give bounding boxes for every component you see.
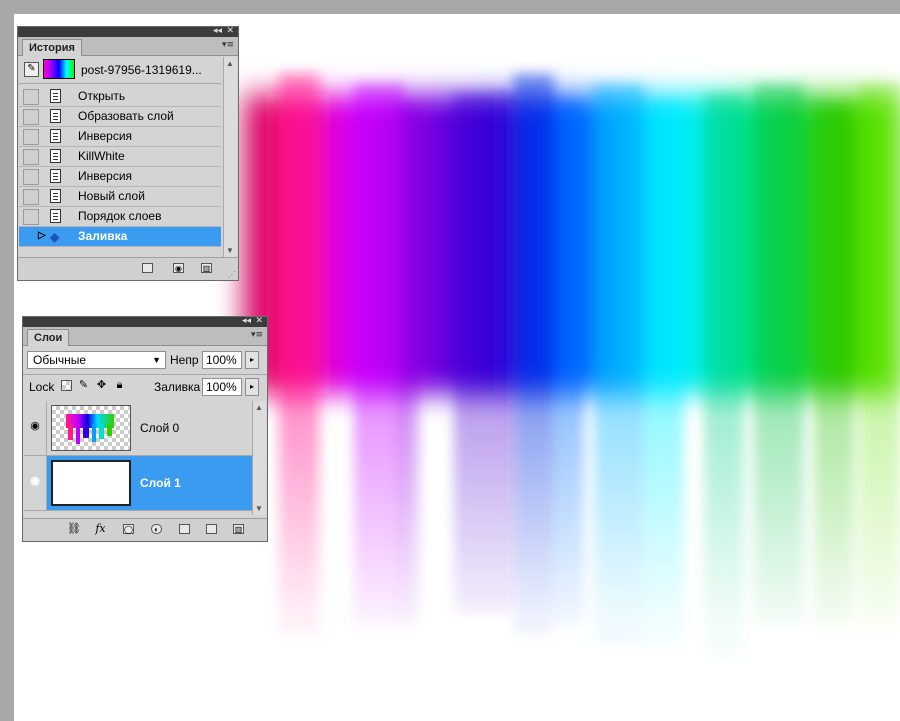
layers-scrollbar[interactable]: ▲ ▼ (252, 401, 266, 515)
lock-brush-icon[interactable]: ✎ (78, 380, 89, 391)
visibility-eye-icon[interactable]: ◉ (28, 421, 42, 432)
history-step-icon (50, 129, 61, 143)
fill-label: Заливка (154, 380, 201, 394)
history-item-label: KillWhite (78, 149, 125, 163)
history-panel: ◂◂ ✕ История ▾≡ ✎ post-97956-1319619... … (17, 26, 239, 281)
history-step-icon (50, 89, 61, 103)
panel-menu-icon[interactable]: ▾≡ (251, 330, 263, 340)
history-brush-checkbox[interactable] (23, 229, 39, 245)
blend-mode-select[interactable]: Обычные ▼ (27, 351, 166, 369)
lock-move-icon[interactable]: ✥ (96, 380, 107, 391)
history-brush-checkbox[interactable] (23, 169, 39, 185)
history-step-icon (50, 209, 61, 223)
fill-input[interactable]: 100% (202, 378, 242, 396)
layer-style-fx-icon[interactable]: fx (95, 523, 106, 534)
scroll-down-icon[interactable]: ▼ (226, 246, 234, 255)
history-item-label: Порядок слоев (78, 209, 162, 223)
layer-row-selected[interactable]: ◉ Слой 1 (24, 456, 252, 511)
history-brush-checkbox[interactable] (23, 189, 39, 205)
adjustment-layer-icon[interactable]: ◐ (151, 524, 162, 534)
lock-all-icon[interactable]: 🔒︎ (114, 380, 125, 391)
history-step-icon (50, 149, 61, 163)
lock-row: Lock ✎ ✥ 🔒︎ Заливка 100% ▸ (23, 374, 267, 401)
fill-slider-button[interactable]: ▸ (245, 378, 259, 396)
collapse-icon[interactable]: ◂◂ (242, 316, 251, 327)
history-brush-checkbox[interactable] (23, 149, 39, 165)
history-panel-titlebar[interactable]: ◂◂ ✕ (18, 26, 238, 37)
delete-layer-icon[interactable]: ▥ (233, 524, 244, 534)
layer-name[interactable]: Слой 0 (140, 421, 179, 435)
history-item-label: Образовать слой (78, 109, 174, 123)
scroll-up-icon[interactable]: ▲ (226, 59, 234, 68)
current-state-arrow-icon: ▷ (38, 230, 46, 241)
visibility-eye-icon[interactable]: ◉ (28, 476, 42, 487)
new-document-from-state-icon[interactable] (142, 263, 153, 273)
new-group-icon[interactable] (179, 524, 190, 534)
layer-thumbnail (51, 405, 131, 451)
layers-panel-titlebar[interactable]: ◂◂ ✕ (23, 316, 267, 327)
history-item[interactable]: Новый слой (19, 187, 221, 207)
chevron-down-icon: ▼ (152, 355, 161, 365)
tab-layers[interactable]: Слои (27, 329, 70, 346)
delete-state-icon[interactable]: ▥ (201, 263, 212, 273)
blend-mode-value: Обычные (33, 353, 87, 367)
history-brush-checkbox[interactable] (23, 209, 39, 225)
link-layers-icon[interactable]: ⛓ (67, 524, 81, 535)
new-snapshot-icon[interactable]: ◉ (173, 263, 184, 273)
history-snapshot[interactable]: ✎ post-97956-1319619... (19, 57, 221, 84)
history-brush-checkbox[interactable] (23, 109, 39, 125)
opacity-label: Непр (170, 353, 199, 367)
history-step-icon (50, 169, 61, 183)
resize-grip-icon[interactable]: ⋰ (228, 270, 236, 279)
lock-transparency-icon[interactable] (61, 380, 72, 391)
history-step-icon (50, 189, 61, 203)
paint-bucket-icon: ◈ (50, 230, 60, 244)
snapshot-thumbnail (43, 59, 75, 79)
lock-label: Lock (29, 380, 55, 394)
history-item-label: Открыть (78, 89, 126, 103)
history-item-label: Заливка (78, 229, 128, 243)
opacity-slider-button[interactable]: ▸ (245, 351, 259, 369)
tab-history[interactable]: История (22, 39, 82, 56)
history-brush-checkbox[interactable] (23, 89, 39, 105)
history-item[interactable]: Образовать слой (19, 107, 221, 127)
history-bottom-toolbar: ◉ ▥ ⋰ (18, 257, 238, 280)
history-item-label: Новый слой (78, 189, 145, 203)
layers-bottom-toolbar: ⛓ fx ◯ ◐ ▥ (23, 518, 267, 541)
snapshot-name: post-97956-1319619... (81, 63, 202, 77)
history-item-selected[interactable]: ▷ ◈ Заливка (19, 227, 221, 247)
history-list: Открыть Образовать слой Инверсия KillWhi… (19, 87, 221, 247)
history-item[interactable]: KillWhite (19, 147, 221, 167)
history-item[interactable]: Инверсия (19, 167, 221, 187)
history-brush-source-icon[interactable]: ✎ (24, 62, 39, 77)
history-item[interactable]: Инверсия (19, 127, 221, 147)
opacity-input[interactable]: 100% (202, 351, 242, 369)
layer-name[interactable]: Слой 1 (140, 476, 181, 490)
layer-thumbnail-art (66, 414, 114, 444)
panel-menu-icon[interactable]: ▾≡ (222, 40, 234, 50)
history-brush-checkbox[interactable] (23, 129, 39, 145)
scroll-up-icon[interactable]: ▲ (255, 403, 263, 412)
add-mask-icon[interactable]: ◯ (123, 524, 134, 534)
layer-thumbnail (51, 460, 131, 506)
history-item-label: Инверсия (78, 169, 133, 183)
close-icon[interactable]: ✕ (255, 316, 263, 327)
history-scrollbar[interactable]: ▲ ▼ (223, 57, 237, 257)
close-icon[interactable]: ✕ (226, 26, 234, 37)
history-item[interactable]: Открыть (19, 87, 221, 107)
layers-panel: ◂◂ ✕ Слои ▾≡ Обычные ▼ Непр 100% ▸ Lock … (22, 316, 268, 542)
history-step-icon (50, 109, 61, 123)
history-item[interactable]: Порядок слоев (19, 207, 221, 227)
layer-row[interactable]: ◉ Слой 0 (24, 401, 252, 456)
history-item-label: Инверсия (78, 129, 133, 143)
scroll-down-icon[interactable]: ▼ (255, 504, 263, 513)
new-layer-icon[interactable] (206, 524, 217, 534)
collapse-icon[interactable]: ◂◂ (213, 26, 222, 37)
